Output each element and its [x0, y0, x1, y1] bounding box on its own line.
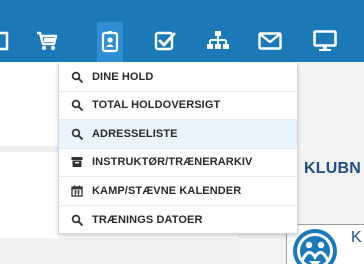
search-icon — [71, 214, 83, 226]
menu-item-label: TOTAL HOLDOVERSIGT — [92, 99, 221, 112]
nav-dropdown-menu: DINE HOLD TOTAL HOLDOVERSIGT ADRESSELIST… — [58, 63, 298, 234]
check-square-icon[interactable] — [152, 28, 178, 54]
menu-item-adresseliste[interactable]: ADRESSELISTE — [59, 120, 297, 149]
shopping-cart-icon[interactable] — [34, 28, 60, 54]
menu-item-label: KAMP/STÆVNE KALENDER — [92, 184, 242, 197]
search-icon — [71, 128, 83, 140]
archive-icon — [71, 156, 83, 168]
menu-item-kamp-staevne-kalender[interactable]: KAMP/STÆVNE KALENDER — [59, 177, 297, 206]
nav-partial-icon[interactable] — [0, 28, 12, 54]
id-badge-icon[interactable] — [97, 22, 123, 62]
menu-item-label: DINE HOLD — [92, 70, 154, 83]
menu-item-dine-hold[interactable]: DINE HOLD — [59, 63, 297, 92]
menu-item-traenings-datoer[interactable]: TRÆNINGS DATOER — [59, 206, 297, 235]
menu-item-label: INSTRUKTØR/TRÆNERARKIV — [92, 156, 253, 169]
club-card-name: K — [351, 229, 362, 246]
desktop-icon[interactable] — [312, 28, 338, 54]
search-icon — [71, 99, 83, 112]
menu-item-instruktor-traenerarkiv[interactable]: INSTRUKTØR/TRÆNERARKIV — [59, 149, 297, 177]
search-icon — [71, 71, 83, 83]
club-logo-icon — [291, 227, 339, 264]
club-title: KLUBN — [304, 160, 361, 177]
calendar-icon — [71, 185, 83, 197]
menu-item-total-holdoversigt[interactable]: TOTAL HOLDOVERSIGT — [59, 92, 297, 120]
top-navigation-bar — [0, 0, 364, 62]
sitemap-icon[interactable] — [205, 28, 231, 54]
envelope-icon[interactable] — [257, 28, 283, 54]
menu-item-label: TRÆNINGS DATOER — [92, 213, 203, 226]
content-footer-bar — [0, 238, 238, 264]
menu-item-label: ADRESSELISTE — [92, 127, 178, 140]
